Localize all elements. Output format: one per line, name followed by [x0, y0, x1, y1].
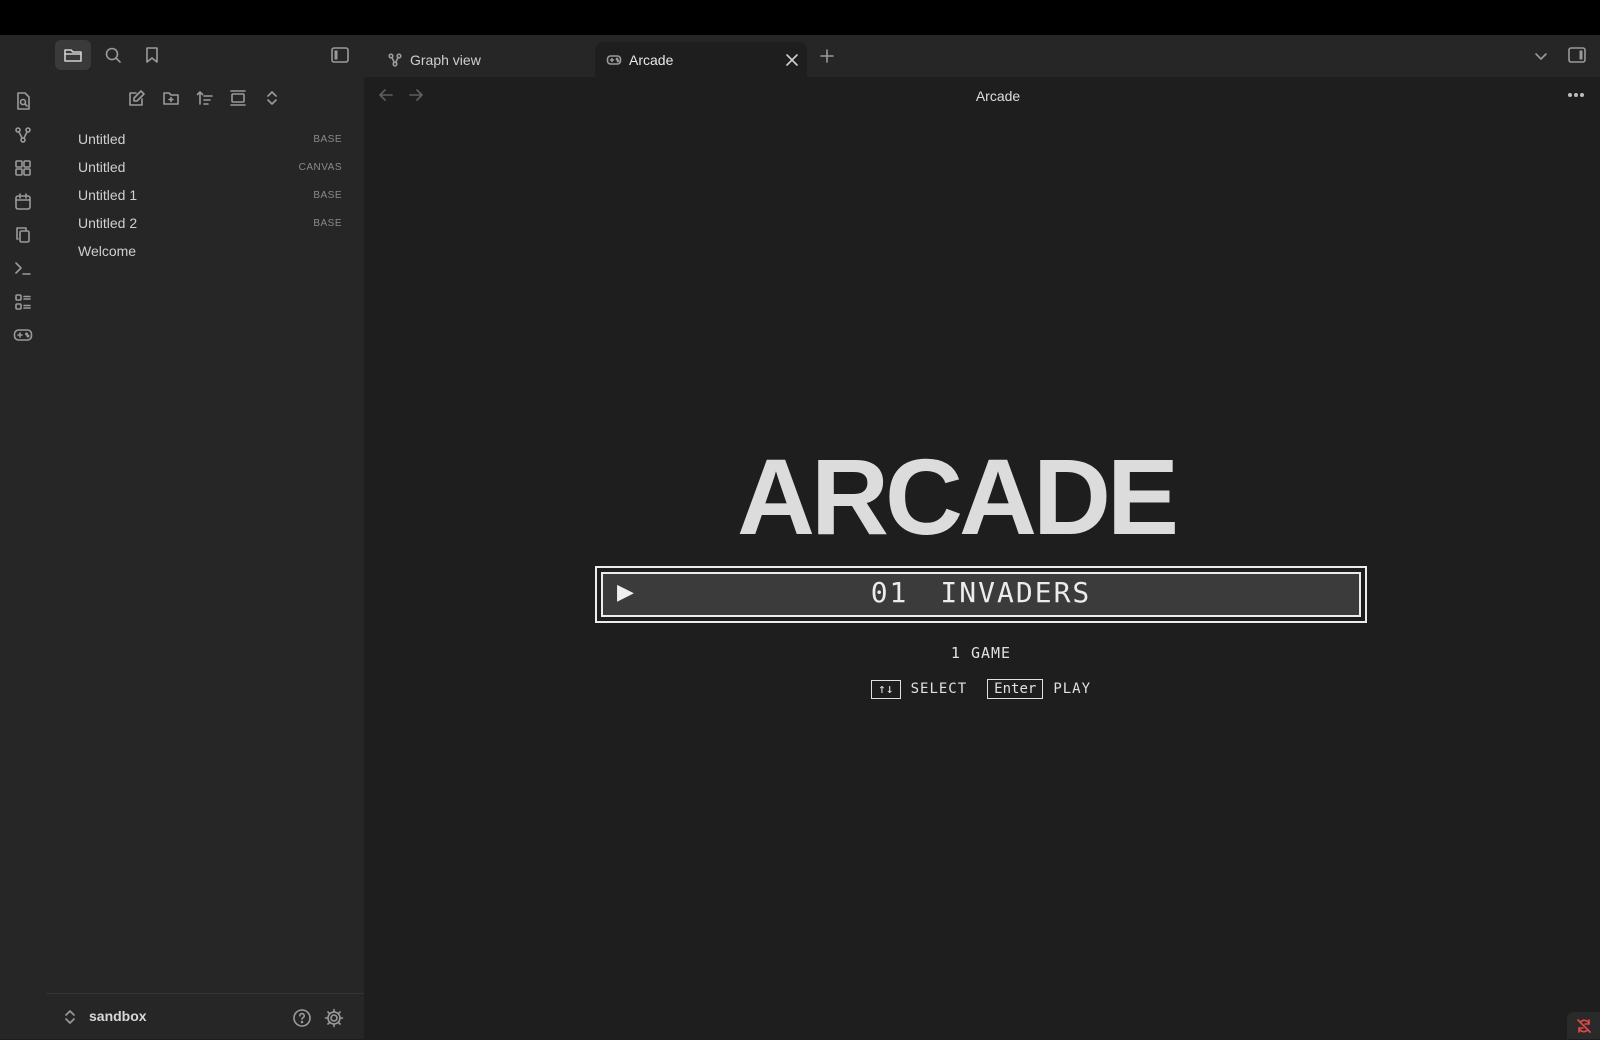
file-item[interactable]: Untitled BASE	[78, 126, 342, 152]
gear-icon[interactable]	[322, 1006, 346, 1030]
file-name: Untitled	[78, 159, 126, 175]
file-type-badge: BASE	[313, 133, 342, 145]
game-label: 01 INVADERS	[603, 576, 1359, 609]
tab-arcade[interactable]: Arcade	[595, 42, 807, 77]
window-title-bar	[0, 0, 1600, 35]
file-name: Welcome	[78, 243, 137, 259]
gamepad-icon[interactable]	[8, 320, 38, 350]
vault-switcher-icon[interactable]	[60, 1006, 80, 1028]
files-icon[interactable]	[55, 40, 91, 70]
arcade-title: ARCADE	[736, 436, 1179, 557]
hint-label: SELECT	[910, 681, 968, 697]
bookmark-icon[interactable]	[137, 40, 167, 70]
tab-graph-view[interactable]: Graph view	[386, 42, 586, 77]
main-pane: Arcade ARCADE ▶ 01 INVADERS 1 GAME ↑↓ SEL…	[364, 77, 1600, 1039]
file-explorer: Untitled BASE Untitled CANVAS Untitled 1…	[46, 77, 365, 1039]
file-type-badge: BASE	[313, 189, 342, 201]
game-item-inner: ▶ 01 INVADERS	[601, 572, 1361, 617]
gamepad-icon	[605, 51, 623, 69]
graph-icon	[386, 51, 404, 69]
file-name: Untitled 1	[78, 187, 138, 203]
tab-label: Graph view	[410, 51, 481, 68]
tab-bar: Graph view Arcade	[0, 35, 1600, 77]
tab-label: Arcade	[629, 51, 674, 68]
game-list-item[interactable]: ▶ 01 INVADERS	[595, 566, 1367, 623]
chevron-down-icon[interactable]	[1530, 41, 1552, 71]
canvas-icon[interactable]	[8, 153, 38, 183]
ribbon	[0, 77, 47, 1039]
new-note-icon[interactable]	[124, 85, 150, 111]
expand-icon[interactable]	[259, 85, 285, 111]
search-icon[interactable]	[98, 40, 128, 70]
game-name: INVADERS	[940, 576, 1092, 609]
copy-icon[interactable]	[8, 220, 38, 250]
file-name: Untitled	[78, 131, 126, 147]
view-title: Arcade	[975, 88, 1021, 104]
list-icon[interactable]	[8, 287, 38, 317]
new-tab-icon[interactable]	[816, 41, 838, 71]
key-cap: Enter	[987, 679, 1044, 699]
game-number: 01	[870, 576, 909, 609]
close-icon[interactable]	[782, 50, 802, 70]
vault-footer: sandbox	[46, 993, 364, 1040]
more-options-icon[interactable]	[1561, 83, 1591, 107]
terminal-icon[interactable]	[8, 253, 38, 283]
hint-label: PLAY	[1053, 681, 1092, 697]
right-sidebar-toggle-icon[interactable]	[1562, 40, 1592, 70]
file-item[interactable]: Untitled CANVAS	[78, 154, 342, 180]
file-type-badge: CANVAS	[298, 161, 342, 173]
game-count: 1 GAME	[950, 644, 1012, 662]
new-folder-icon[interactable]	[158, 85, 184, 111]
vault-name[interactable]: sandbox	[89, 1008, 147, 1024]
sort-icon[interactable]	[192, 85, 218, 111]
calendar-icon[interactable]	[8, 187, 38, 217]
graph-icon[interactable]	[8, 120, 38, 150]
file-item[interactable]: Untitled 2 BASE	[78, 210, 342, 236]
file-item[interactable]: Welcome	[78, 238, 342, 264]
help-icon[interactable]	[290, 1006, 314, 1030]
file-name: Untitled 2	[78, 215, 138, 231]
file-type-badge: BASE	[313, 217, 342, 229]
sync-status-icon[interactable]	[1567, 1012, 1600, 1039]
quick-switcher-icon[interactable]	[8, 86, 38, 116]
collapse-all-icon[interactable]	[225, 85, 251, 111]
key-hints: ↑↓ SELECT Enter PLAY	[796, 679, 1166, 699]
key-cap: ↑↓	[870, 679, 901, 699]
sidebar-toggle-icon[interactable]	[325, 40, 355, 70]
file-item[interactable]: Untitled 1 BASE	[78, 182, 342, 208]
